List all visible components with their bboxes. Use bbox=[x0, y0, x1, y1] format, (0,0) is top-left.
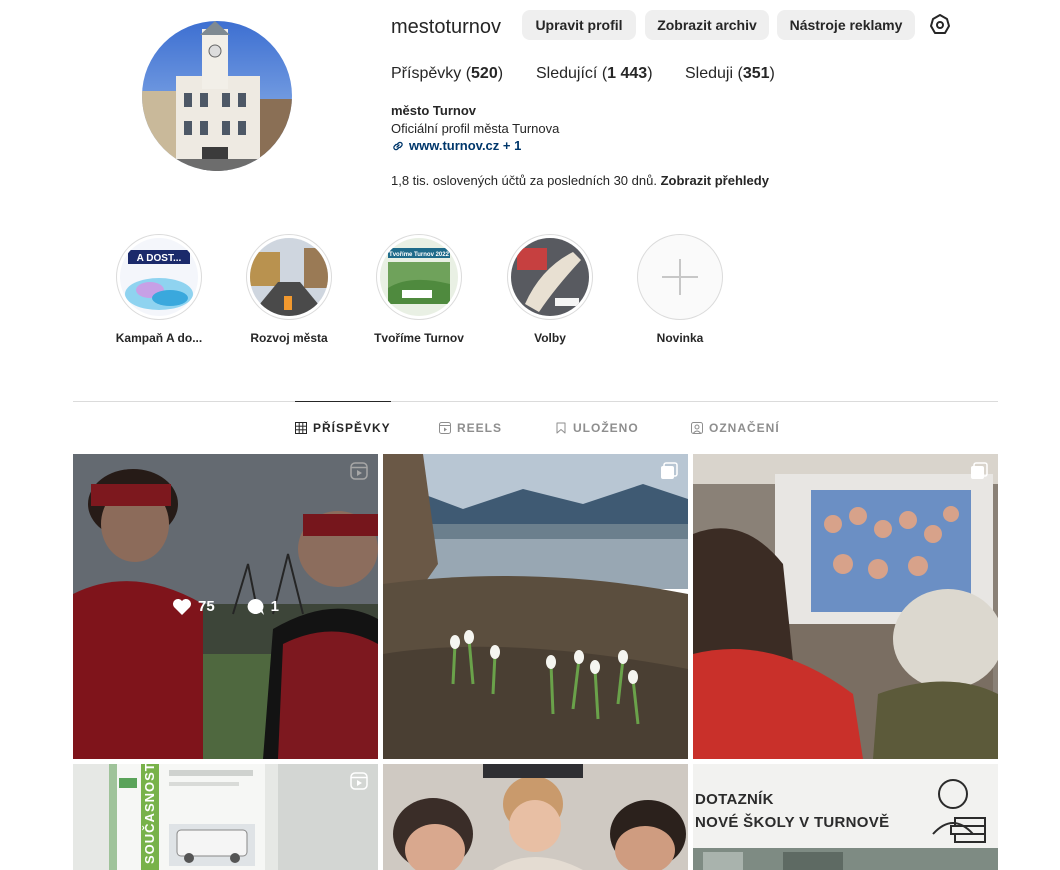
highlight-cover-text: A DOST... bbox=[137, 253, 182, 264]
profile-avatar[interactable] bbox=[142, 21, 292, 171]
following-number: 351 bbox=[742, 65, 770, 82]
profile-website-link[interactable]: www.turnov.cz + 1 bbox=[391, 138, 521, 154]
settings-gear-icon[interactable] bbox=[928, 13, 952, 37]
tab-label: REELS bbox=[457, 421, 503, 435]
tab-label: PŘÍSPĚVKY bbox=[313, 420, 391, 435]
comments-number: 1 bbox=[270, 598, 280, 615]
view-insights-link[interactable]: Zobrazit přehledy bbox=[661, 173, 769, 188]
posts-label: Příspěvky bbox=[391, 65, 462, 82]
highlight-ring bbox=[246, 234, 332, 320]
highlight-elections[interactable]: Volby bbox=[500, 234, 600, 346]
reach-text: 1,8 tis. oslovených účtů za posledních 3… bbox=[391, 173, 657, 188]
view-archive-button[interactable]: Zobrazit archiv bbox=[645, 10, 769, 40]
likes-count: 75 bbox=[172, 598, 215, 616]
tab-tagged[interactable]: OZNAČENÍ bbox=[691, 402, 780, 454]
post-tile[interactable] bbox=[693, 454, 998, 759]
survey-headline: DOTAZNÍK NOVÉ ŠKOLY V TURNOVĚ bbox=[695, 788, 889, 834]
link-icon bbox=[393, 141, 403, 151]
survey-title-line1: DOTAZNÍK bbox=[695, 791, 774, 808]
carousel-badge-icon bbox=[661, 462, 678, 479]
highlight-ring bbox=[507, 234, 593, 320]
highlight-campaign[interactable]: A DOST... Kampaň A do... bbox=[109, 234, 209, 346]
edit-profile-button[interactable]: Upravit profil bbox=[522, 10, 636, 40]
highlight-development[interactable]: Rozvoj města bbox=[239, 234, 339, 346]
carousel-badge-icon bbox=[971, 462, 988, 479]
highlight-create-turnov[interactable]: Tvoříme Turnov 2022 Tvoříme Turnov bbox=[369, 234, 469, 346]
post-poster-text: SOUČASNOST bbox=[142, 764, 157, 864]
grid-icon bbox=[295, 421, 307, 434]
posts-number: 520 bbox=[471, 65, 498, 82]
post-tile[interactable] bbox=[383, 764, 688, 870]
survey-title-line2: NOVÉ ŠKOLY V TURNOVĚ bbox=[695, 814, 890, 831]
post-tile[interactable] bbox=[383, 454, 688, 759]
posts-count: Příspěvky (520) bbox=[391, 65, 504, 82]
tab-label: ULOŽENO bbox=[573, 421, 639, 435]
tab-reels[interactable]: REELS bbox=[439, 402, 502, 454]
profile-bio: Oficiální profil města Turnova bbox=[391, 121, 560, 136]
comments-count: 1 bbox=[245, 598, 279, 616]
highlight-label: Kampaň A do... bbox=[115, 331, 203, 345]
highlight-label: Novinka bbox=[656, 331, 704, 345]
likes-number: 75 bbox=[197, 598, 215, 615]
post-hover-overlay: 75 1 bbox=[73, 454, 378, 759]
reel-badge-icon bbox=[350, 772, 368, 790]
tab-saved[interactable]: ULOŽENO bbox=[555, 402, 639, 454]
highlight-ring bbox=[637, 234, 723, 320]
reels-icon bbox=[439, 422, 451, 434]
highlight-cover-text: Tvoříme Turnov 2022 bbox=[389, 252, 450, 258]
new-highlight-button[interactable]: Novinka bbox=[630, 234, 730, 346]
reach-summary: 1,8 tis. oslovených účtů za posledních 3… bbox=[391, 173, 769, 189]
comment-icon bbox=[247, 598, 264, 615]
followers-link[interactable]: Sledující (1 443) bbox=[536, 64, 653, 84]
profile-username: mestoturnov bbox=[391, 16, 502, 38]
tab-label: OZNAČENÍ bbox=[709, 421, 780, 435]
highlight-label: Volby bbox=[534, 331, 566, 345]
following-label: Sleduji bbox=[685, 65, 734, 82]
post-tile[interactable]: DOTAZNÍK NOVÉ ŠKOLY V TURNOVĚ bbox=[693, 764, 998, 870]
post-tile[interactable]: SOUČASNOST bbox=[73, 764, 378, 870]
highlight-ring: A DOST... bbox=[116, 234, 202, 320]
profile-full-name: město Turnov bbox=[391, 103, 476, 118]
website-text: www.turnov.cz + 1 bbox=[409, 138, 522, 153]
tabs-divider bbox=[73, 401, 998, 402]
heart-icon bbox=[172, 598, 191, 615]
tagged-person-icon bbox=[691, 422, 703, 434]
tab-posts[interactable]: PŘÍSPĚVKY bbox=[295, 401, 391, 453]
followers-number: 1 443 bbox=[607, 65, 648, 82]
bookmark-icon bbox=[556, 422, 566, 434]
followers-label: Sledující bbox=[536, 65, 598, 82]
plus-icon bbox=[662, 259, 698, 295]
following-link[interactable]: Sleduji (351) bbox=[685, 64, 775, 84]
highlight-label: Rozvoj města bbox=[250, 331, 328, 345]
highlight-ring: Tvoříme Turnov 2022 bbox=[376, 234, 462, 320]
ad-tools-button[interactable]: Nástroje reklamy bbox=[777, 10, 915, 40]
post-tile[interactable]: 75 1 bbox=[73, 454, 378, 759]
highlight-label: Tvoříme Turnov bbox=[374, 331, 464, 345]
